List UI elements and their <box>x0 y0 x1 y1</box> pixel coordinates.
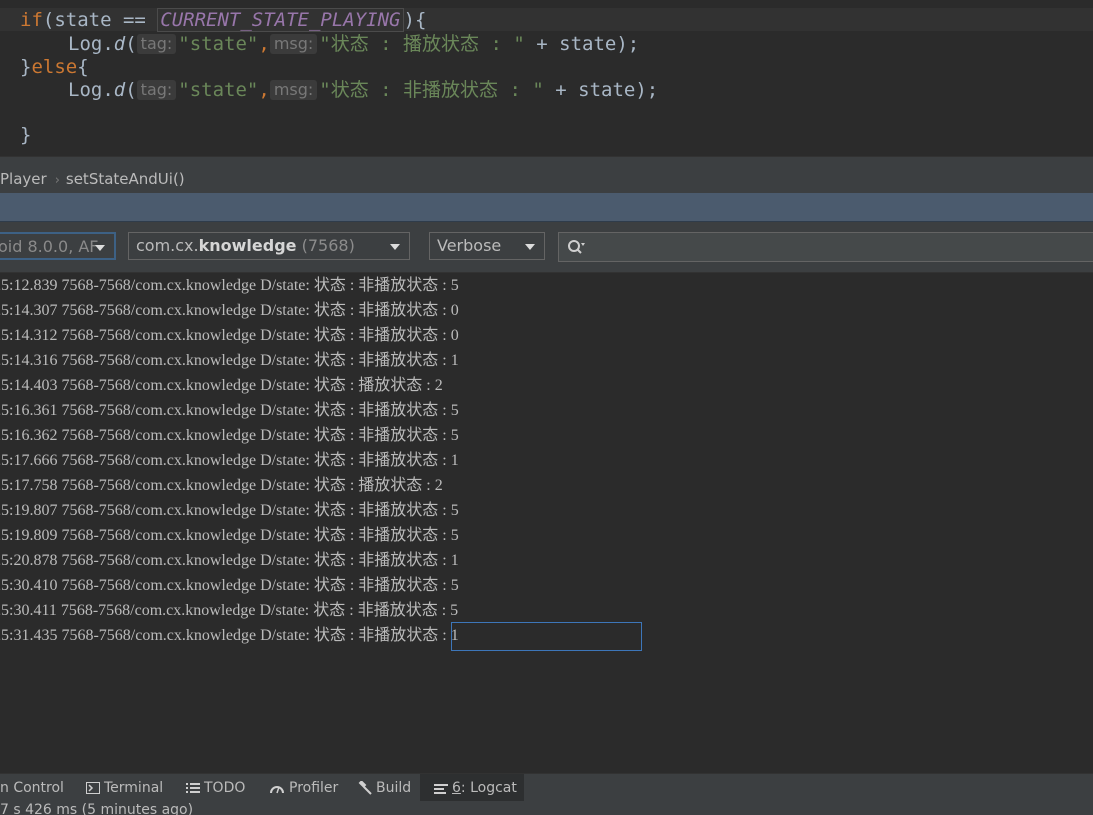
tab-label: Build <box>376 780 412 796</box>
string-literal: "state" <box>178 33 259 55</box>
param-hint-tag: tag: <box>136 34 177 54</box>
status-text: 7 s 426 ms (5 minutes ago) <box>0 802 194 815</box>
logcat-output[interactable]: 25:12.839 7568-7568/com.cx.knowledge D/s… <box>0 273 1093 773</box>
log-line[interactable]: 25:14.316 7568-7568/com.cx.knowledge D/s… <box>0 348 1093 373</box>
code-line-2: Log.d(tag: "state", msg: "状态 : 播放状态 : " + s… <box>20 32 639 56</box>
log-line[interactable]: 25:14.403 7568-7568/com.cx.knowledge D/s… <box>0 373 1093 398</box>
log-line[interactable]: 25:16.362 7568-7568/com.cx.knowledge D/s… <box>0 423 1093 448</box>
log-level-label: Verbose <box>437 236 502 255</box>
process-dropdown[interactable]: com.cx.knowledge (7568) <box>128 232 410 260</box>
string-literal: "状态 : 播放状态 : " <box>319 33 525 55</box>
tab-label: Profiler <box>289 780 339 796</box>
comma: , <box>258 79 270 101</box>
device-dropdown-label: oid 8.0.0, AF <box>0 237 99 256</box>
tab-label: TODO <box>204 780 246 796</box>
log-line[interactable]: 25:30.411 7568-7568/com.cx.knowledge D/s… <box>0 598 1093 623</box>
tab-todo[interactable]: TODO <box>186 774 245 802</box>
log-line[interactable]: 25:16.361 7568-7568/com.cx.knowledge D/s… <box>0 398 1093 423</box>
code-line-3: }else{ <box>20 55 89 79</box>
terminal-icon <box>86 782 100 794</box>
chevron-right-icon: › <box>54 173 60 188</box>
code-text: { <box>77 56 89 78</box>
process-id: (7568) <box>301 236 355 255</box>
method-d: d <box>113 33 126 55</box>
breadcrumb: Player › setStateAndUi() <box>0 165 1093 193</box>
tool-window-bar: n Control Terminal TODO Profiler Build 6… <box>0 773 1093 802</box>
constant-current-state-playing: CURRENT_STATE_PLAYING <box>157 8 404 32</box>
log-line[interactable]: 25:12.839 7568-7568/com.cx.knowledge D/s… <box>0 273 1093 298</box>
breadcrumb-item-player[interactable]: Player <box>0 165 47 193</box>
logcat-search-box[interactable] <box>558 232 1093 262</box>
tab-label: : Logcat <box>460 780 517 796</box>
log-line[interactable]: 25:14.312 7568-7568/com.cx.knowledge D/s… <box>0 323 1093 348</box>
code-text: Log. <box>68 79 114 101</box>
tab-build[interactable]: Build <box>358 774 411 802</box>
code-text: ( <box>125 33 137 55</box>
code-text: + state); <box>524 33 640 55</box>
gauge-icon <box>270 786 284 794</box>
code-line-1: if(state == CURRENT_STATE_PLAYING){ <box>20 8 426 32</box>
package-name: knowledge <box>198 236 297 255</box>
code-text: (state == <box>42 9 158 31</box>
hammer-icon <box>358 781 372 795</box>
param-hint-msg: msg: <box>269 34 318 54</box>
tab-version-control[interactable]: n Control <box>0 774 64 802</box>
keyword-if: if <box>20 9 43 31</box>
string-literal: "state" <box>178 79 259 101</box>
logcat-toolbar: oid 8.0.0, AF com.cx.knowledge (7568) Ve… <box>0 222 1093 273</box>
chevron-down-icon <box>95 245 105 251</box>
search-input[interactable] <box>591 235 1085 261</box>
tab-logcat[interactable]: 6: Logcat <box>420 774 524 802</box>
process-dropdown-label: com.cx.knowledge (7568) <box>136 233 355 259</box>
breadcrumb-item-method[interactable]: setStateAndUi() <box>66 165 185 193</box>
tab-shortcut-number: 6 <box>452 780 461 796</box>
param-hint-tag: tag: <box>136 80 177 100</box>
log-line[interactable]: 25:19.807 7568-7568/com.cx.knowledge D/s… <box>0 498 1093 523</box>
param-hint-msg: msg: <box>269 80 318 100</box>
chevron-down-icon <box>390 244 400 250</box>
logcat-icon <box>434 784 448 794</box>
code-text: } <box>20 56 32 78</box>
log-line[interactable]: 25:17.666 7568-7568/com.cx.knowledge D/s… <box>0 448 1093 473</box>
log-line[interactable]: 25:14.307 7568-7568/com.cx.knowledge D/s… <box>0 298 1093 323</box>
tab-profiler[interactable]: Profiler <box>269 774 338 802</box>
device-dropdown[interactable]: oid 8.0.0, AF <box>0 232 116 260</box>
code-text: Log. <box>68 33 114 55</box>
tab-label: Terminal <box>104 780 164 796</box>
method-d: d <box>113 79 126 101</box>
keyword-else: else <box>31 56 78 78</box>
logcat-header-bar <box>0 193 1093 222</box>
list-icon <box>186 783 200 793</box>
log-line[interactable]: 25:20.878 7568-7568/com.cx.knowledge D/s… <box>0 548 1093 573</box>
log-line[interactable]: 25:19.809 7568-7568/com.cx.knowledge D/s… <box>0 523 1093 548</box>
code-text: + state); <box>543 79 659 101</box>
code-editor[interactable]: if(state == CURRENT_STATE_PLAYING){ Log.… <box>0 0 1093 156</box>
package-prefix: com.cx. <box>136 236 199 255</box>
text-selection-highlight <box>451 622 642 651</box>
log-line[interactable]: 25:17.758 7568-7568/com.cx.knowledge D/s… <box>0 473 1093 498</box>
tab-label: n Control <box>0 780 64 796</box>
string-literal: "状态 : 非播放状态 : " <box>319 79 544 101</box>
search-icon[interactable] <box>567 239 585 257</box>
chevron-down-icon <box>525 244 535 250</box>
code-text: ( <box>125 79 137 101</box>
code-line-6: } <box>20 123 31 147</box>
log-level-dropdown[interactable]: Verbose <box>429 232 545 260</box>
code-text: ){ <box>403 9 427 31</box>
tab-terminal[interactable]: Terminal <box>86 774 163 802</box>
comma: , <box>258 33 270 55</box>
status-bar: 7 s 426 ms (5 minutes ago) <box>0 801 1093 815</box>
log-line[interactable]: 25:30.410 7568-7568/com.cx.knowledge D/s… <box>0 573 1093 598</box>
code-line-4: Log.d(tag: "state", msg: "状态 : 非播放状态 : " + … <box>20 78 658 102</box>
code-text: } <box>20 124 32 146</box>
